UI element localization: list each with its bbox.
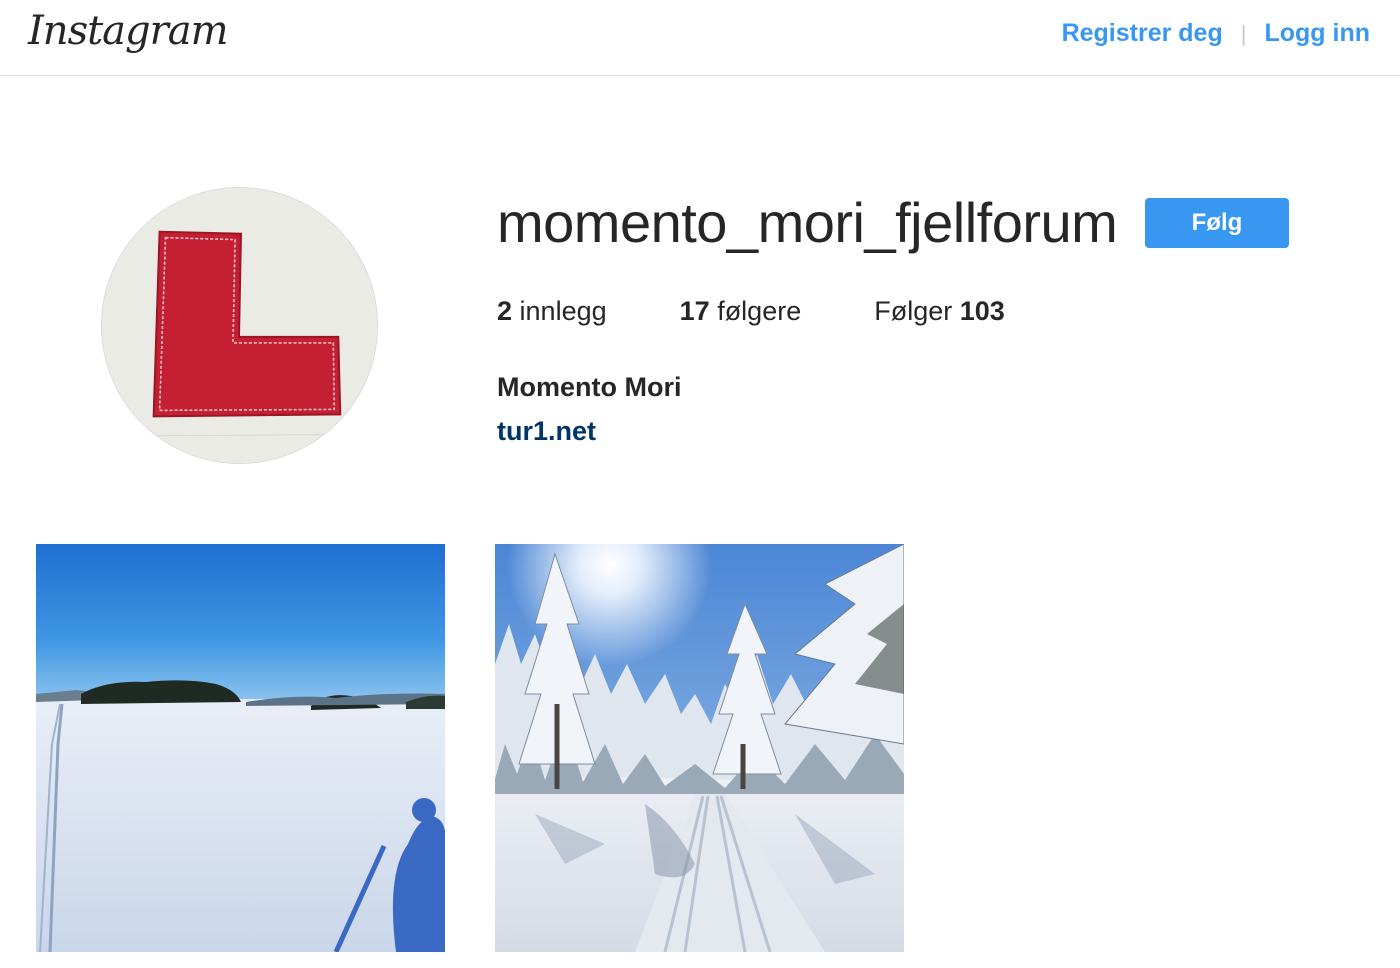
following-count: 103 <box>959 296 1005 326</box>
profile-website-link[interactable]: tur1.net <box>497 416 596 447</box>
profile-avatar <box>101 187 378 464</box>
followers-label: følgere <box>717 296 802 326</box>
following-stat[interactable]: Følger 103 <box>874 296 1005 327</box>
snowy-forest-trail-photo-icon <box>495 544 904 952</box>
post-thumbnail-2[interactable] <box>495 544 904 952</box>
learner-l-sign-image <box>102 188 377 463</box>
following-label: Følger <box>874 296 953 326</box>
auth-links: Registrer deg | Logg inn <box>1062 19 1370 48</box>
post-thumbnail-1[interactable] <box>36 544 445 952</box>
login-link[interactable]: Logg inn <box>1264 19 1370 48</box>
profile-username: momento_mori_fjellforum <box>497 191 1118 254</box>
posts-label: innlegg <box>519 296 607 326</box>
followers-stat[interactable]: 17 følgere <box>680 296 802 327</box>
followers-count: 17 <box>679 296 710 326</box>
posts-stat: 2 innlegg <box>497 296 607 327</box>
posts-count: 2 <box>497 296 513 326</box>
follow-button[interactable]: Følg <box>1145 198 1289 248</box>
winter-lake-photo-icon <box>36 544 445 952</box>
signup-link[interactable]: Registrer deg <box>1062 19 1223 48</box>
profile-full-name: Momento Mori <box>497 372 682 402</box>
top-navbar: Instagram Registrer deg | Logg inn <box>0 0 1400 76</box>
nav-separator: | <box>1240 20 1247 46</box>
instagram-logo[interactable]: Instagram <box>28 8 229 54</box>
profile-stats: 2 innlegg 17 følgere Følger 103 <box>497 296 1078 327</box>
